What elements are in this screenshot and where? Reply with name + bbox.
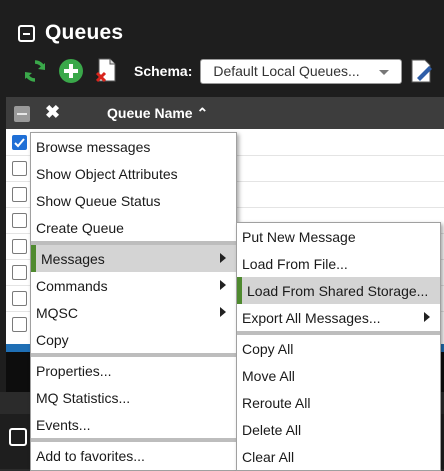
add-icon[interactable]: [58, 58, 84, 84]
menu-item-label: Export All Messages...: [242, 309, 381, 326]
refresh-icon[interactable]: [22, 58, 48, 84]
menu-item-events[interactable]: Events...: [31, 411, 236, 438]
menu-item-label: Commands: [36, 277, 108, 294]
messages-submenu: Put New Message Load From File... Load F…: [236, 222, 441, 471]
menu-item-label: Messages: [41, 250, 105, 267]
toolbar: Schema: Default Local Queues...: [22, 57, 403, 85]
schema-dropdown[interactable]: Default Local Queues...: [200, 58, 403, 84]
menu-item-label: MQSC: [36, 304, 78, 321]
row-checkbox-checked[interactable]: [12, 135, 27, 150]
menu-item-clear-all[interactable]: Clear All: [237, 443, 440, 470]
chevron-right-icon: [220, 280, 226, 290]
menu-item-properties[interactable]: Properties...: [31, 357, 236, 384]
menu-item-commands[interactable]: Commands: [31, 272, 236, 299]
menu-item-show-object-attributes[interactable]: Show Object Attributes: [31, 160, 236, 187]
menu-item-reroute-all[interactable]: Reroute All: [237, 389, 440, 416]
menu-item-export-all-messages[interactable]: Export All Messages...: [237, 304, 440, 331]
chevron-down-icon: [379, 69, 390, 75]
menu-item-mq-statistics[interactable]: MQ Statistics...: [31, 384, 236, 411]
menu-item-add-to-favorites[interactable]: Add to favorites...: [31, 442, 236, 469]
chevron-right-icon: [220, 307, 226, 317]
table-header: [6, 97, 444, 129]
menu-item-mqsc[interactable]: MQSC: [31, 299, 236, 326]
panel-title: Queues: [45, 21, 124, 44]
schema-label: Schema:: [134, 63, 193, 79]
row-checkbox[interactable]: [12, 265, 27, 280]
context-menu: Browse messages Show Object Attributes S…: [30, 132, 237, 471]
row-checkbox[interactable]: [12, 213, 27, 228]
panel-title-row: Queues: [18, 18, 123, 48]
select-all-checkbox[interactable]: [14, 106, 30, 122]
collapse-icon[interactable]: [9, 428, 27, 446]
schema-value: Default Local Queues...: [213, 63, 360, 79]
menu-item-messages[interactable]: Messages: [31, 245, 236, 272]
collapse-icon[interactable]: [18, 24, 35, 42]
row-checkbox[interactable]: [12, 291, 27, 306]
menu-item-put-new-message[interactable]: Put New Message: [237, 223, 440, 250]
menu-item-copy[interactable]: Copy: [31, 326, 236, 353]
chevron-right-icon: [424, 312, 430, 322]
edit-schema-icon[interactable]: [410, 58, 436, 84]
row-checkbox[interactable]: [12, 161, 27, 176]
menu-item-browse-messages[interactable]: Browse messages: [31, 133, 236, 160]
column-header-queue-name[interactable]: Queue Name ⌃: [107, 105, 208, 122]
clear-filter-icon[interactable]: ✖: [45, 102, 60, 123]
menu-item-show-queue-status[interactable]: Show Queue Status: [31, 187, 236, 214]
menu-item-load-from-file[interactable]: Load From File...: [237, 250, 440, 277]
menu-item-delete-all[interactable]: Delete All: [237, 416, 440, 443]
menu-item-load-from-shared-storage[interactable]: Load From Shared Storage...: [237, 277, 440, 304]
menu-item-move-all[interactable]: Move All: [237, 362, 440, 389]
row-checkbox[interactable]: [12, 187, 27, 202]
chevron-right-icon: [220, 253, 226, 263]
menu-item-create-queue[interactable]: Create Queue: [31, 214, 236, 241]
row-checkbox[interactable]: [12, 239, 27, 254]
menu-item-copy-all[interactable]: Copy All: [237, 335, 440, 362]
row-checkbox[interactable]: [12, 317, 27, 332]
delete-document-icon[interactable]: [94, 58, 120, 84]
